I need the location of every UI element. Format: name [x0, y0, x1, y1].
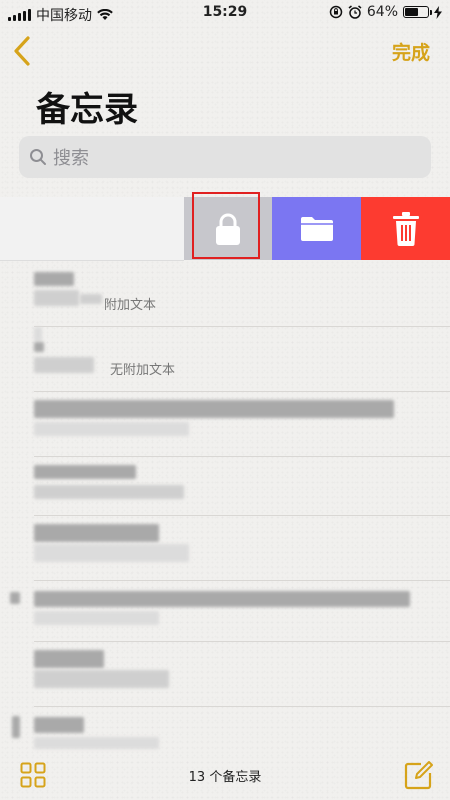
compose-icon [404, 761, 433, 790]
chevron-left-icon [14, 36, 30, 66]
list-item[interactable] [34, 516, 450, 581]
search-icon [30, 149, 46, 165]
pixelated-title [34, 327, 42, 341]
list-item[interactable] [34, 642, 450, 707]
list-item[interactable]: 无附加文本 [34, 327, 450, 392]
pixelated-title [34, 717, 84, 733]
trash-icon [392, 211, 419, 246]
battery-fill [405, 8, 419, 16]
status-bar: 中国移动 15:29 64% [0, 0, 450, 28]
pixelated-text [34, 485, 184, 499]
swiped-note-row[interactable] [0, 197, 184, 261]
pixelated-edge [10, 592, 20, 604]
compose-button[interactable] [404, 760, 434, 794]
pixelated-text [34, 670, 169, 688]
pixelated-title [34, 400, 394, 418]
list-item[interactable]: 附加文本 [34, 262, 450, 327]
page-title: 备忘录 [36, 90, 138, 130]
battery-icon [403, 6, 432, 18]
list-item[interactable] [34, 392, 450, 457]
pixelated-text [34, 357, 94, 373]
pixelated-title [34, 272, 74, 286]
delete-note-button[interactable] [361, 197, 450, 260]
pixelated-title [34, 591, 410, 607]
search-input[interactable]: 搜索 [19, 136, 431, 178]
list-item[interactable] [34, 581, 450, 642]
note-subtitle: 附加文本 [104, 298, 157, 313]
rotation-lock-icon [329, 5, 343, 19]
list-item[interactable] [34, 707, 450, 752]
pixelated-text [34, 611, 159, 625]
pixelated-title [34, 650, 104, 668]
status-right: 64% [329, 4, 442, 20]
pixelated-title [34, 465, 136, 479]
pixelated-edge [12, 716, 20, 738]
lock-highlight-box [192, 192, 260, 259]
back-button[interactable] [8, 34, 38, 68]
pixelated-text [34, 737, 159, 749]
alarm-icon [348, 5, 362, 19]
note-subtitle: 无附加文本 [110, 363, 176, 378]
done-button[interactable]: 完成 [392, 38, 430, 65]
pixelated-title [34, 524, 159, 542]
charging-icon [434, 5, 442, 19]
list-item[interactable] [34, 457, 450, 516]
bottom-toolbar: 13 个备忘录 [0, 752, 450, 800]
pixelated-text [34, 422, 189, 436]
note-count: 13 个备忘录 [188, 770, 262, 785]
pixelated-text [80, 294, 102, 304]
pixelated-text [34, 290, 79, 306]
search-placeholder: 搜索 [53, 148, 89, 169]
pixelated-title [34, 342, 44, 352]
folder-icon [300, 216, 333, 241]
move-to-folder-button[interactable] [272, 197, 361, 260]
battery-percent: 64% [366, 4, 398, 20]
pixelated-text [34, 544, 189, 562]
